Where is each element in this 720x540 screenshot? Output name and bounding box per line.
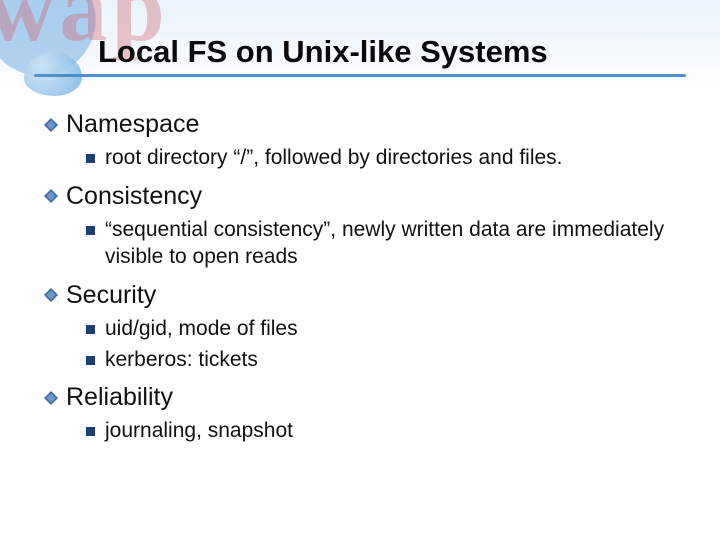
section-heading: Reliability: [44, 383, 676, 412]
list-item-text: root directory “/”, followed by director…: [105, 145, 676, 172]
diamond-bullet-icon: [44, 288, 58, 302]
section-list: “sequential consistency”, newly written …: [44, 217, 676, 271]
section-heading-text: Reliability: [66, 383, 173, 412]
section-heading-text: Security: [66, 281, 156, 310]
content-area: Namespace root directory “/”, followed b…: [44, 110, 676, 455]
slide-title: Local FS on Unix-like Systems: [98, 34, 548, 70]
square-bullet-icon: [86, 356, 95, 365]
section-list: root directory “/”, followed by director…: [44, 145, 676, 172]
list-item-text: kerberos: tickets: [105, 347, 676, 374]
list-item-text: journaling, snapshot: [105, 418, 676, 445]
diamond-bullet-icon: [44, 189, 58, 203]
list-item: “sequential consistency”, newly written …: [86, 217, 676, 271]
section-consistency: Consistency “sequential consistency”, ne…: [44, 182, 676, 271]
section-list: uid/gid, mode of files kerberos: tickets: [44, 316, 676, 374]
square-bullet-icon: [86, 325, 95, 334]
title-underline: [34, 74, 686, 77]
section-heading-text: Consistency: [66, 182, 202, 211]
section-security: Security uid/gid, mode of files kerberos…: [44, 281, 676, 374]
list-item-text: “sequential consistency”, newly written …: [105, 217, 676, 271]
section-heading: Namespace: [44, 110, 676, 139]
list-item: root directory “/”, followed by director…: [86, 145, 676, 172]
list-item: uid/gid, mode of files: [86, 316, 676, 343]
section-list: journaling, snapshot: [44, 418, 676, 445]
section-namespace: Namespace root directory “/”, followed b…: [44, 110, 676, 172]
square-bullet-icon: [86, 226, 95, 235]
section-heading: Security: [44, 281, 676, 310]
section-reliability: Reliability journaling, snapshot: [44, 383, 676, 445]
section-heading: Consistency: [44, 182, 676, 211]
diamond-bullet-icon: [44, 118, 58, 132]
list-item: kerberos: tickets: [86, 347, 676, 374]
list-item-text: uid/gid, mode of files: [105, 316, 676, 343]
square-bullet-icon: [86, 154, 95, 163]
list-item: journaling, snapshot: [86, 418, 676, 445]
diamond-bullet-icon: [44, 391, 58, 405]
title-container: Local FS on Unix-like Systems: [0, 34, 720, 70]
square-bullet-icon: [86, 427, 95, 436]
section-heading-text: Namespace: [66, 110, 199, 139]
